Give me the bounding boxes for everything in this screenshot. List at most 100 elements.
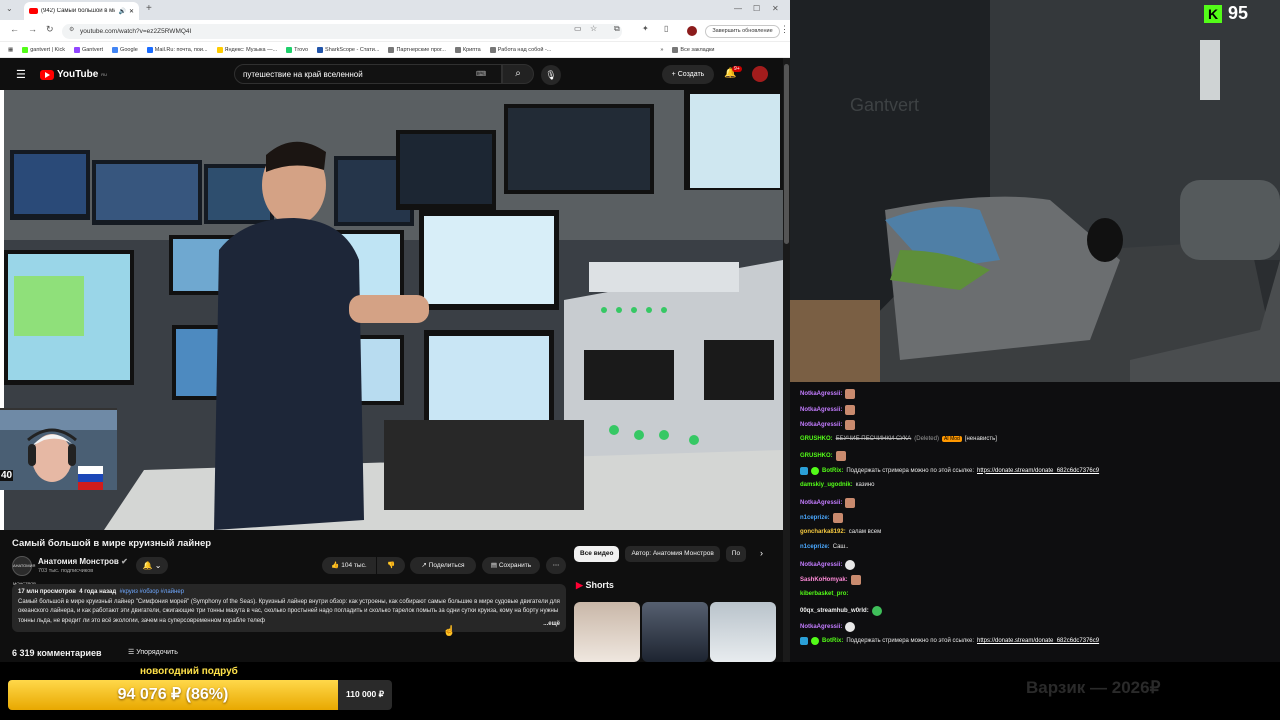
site-info-icon[interactable]: ⚙ [69, 26, 74, 33]
chips-next-icon[interactable]: › [760, 548, 763, 558]
short-thumbnail[interactable] [642, 602, 708, 662]
bookmark-item[interactable]: Партнерские прог... [388, 46, 446, 53]
bookmark-item[interactable]: Gantvert [73, 46, 103, 53]
chat-link[interactable]: https://donate.stream/donate_682c6dc7376… [977, 638, 1099, 644]
create-button[interactable]: + Создать [662, 65, 714, 84]
profile-avatar[interactable] [687, 26, 697, 36]
all-bookmarks[interactable]: Все закладки [672, 46, 714, 53]
apps-icon[interactable]: ▦ [8, 47, 13, 53]
more-bookmarks-icon[interactable]: » [660, 47, 663, 53]
search-input[interactable]: путешествие на край вселенной [234, 64, 502, 84]
bookmark-item[interactable]: Trovo [286, 46, 309, 53]
room-camera-image [790, 0, 1280, 382]
chat-text: Поддержать стримера можно по этой ссылке… [846, 467, 974, 474]
chat-username[interactable]: kiberbasket_pro: [800, 591, 848, 597]
description-box[interactable]: 17 млн просмотров 4 года назад #круиз #о… [12, 584, 566, 632]
update-button[interactable]: Завершить обновление [705, 25, 780, 38]
bookmark-item[interactable]: Яндекс: Музыка —... [216, 46, 277, 53]
google-icon [112, 46, 119, 53]
more-actions-button[interactable]: ⋯ [546, 557, 566, 574]
chat-username[interactable]: n1ceprize: [800, 544, 830, 550]
share-button[interactable]: ↗ Поделиться [410, 557, 476, 574]
youtube-logo[interactable]: YouTube RU [40, 69, 107, 80]
bookmark-label: Trovo [294, 46, 309, 53]
sidepanel-icon[interactable]: ▯ [664, 24, 668, 33]
voice-search-button[interactable]: 🎙 [541, 65, 561, 85]
description-more-link[interactable]: ...ещё [540, 619, 560, 629]
bookmark-item[interactable]: Крипта [454, 46, 481, 53]
hashtags[interactable]: #круиз #обзор #лайнер [120, 589, 185, 595]
short-thumbnail[interactable] [574, 602, 640, 662]
chat-username[interactable]: goncharka8192: [800, 529, 846, 535]
save-button[interactable]: ▤ Сохранить [482, 557, 540, 574]
channel-name-text: Анатомия Монстров [38, 557, 119, 566]
tab-youtube[interactable]: (942) Самый большой в ми 🔊 ✕ [24, 2, 139, 20]
chat-username[interactable]: NotkaAgressii: [800, 407, 842, 413]
hamburger-menu-icon[interactable]: ☰ [16, 68, 26, 81]
chat-username[interactable]: BotRix: [822, 638, 843, 644]
sort-comments-button[interactable]: ☰ Упорядочить [128, 648, 178, 656]
chat-message: n1ceprize: [800, 513, 843, 523]
new-tab-button[interactable]: + [146, 3, 152, 14]
chip-all-videos[interactable]: Все видео [574, 546, 620, 562]
search-button[interactable]: ⌕ [502, 64, 534, 84]
chat-username[interactable]: 00qx_streamhub_w0rld: [800, 608, 869, 614]
subscription-bell-button[interactable]: 🔔 ⌄ [136, 557, 168, 574]
chat-username[interactable]: SashKoHomyak: [800, 577, 848, 583]
bookmark-item[interactable]: Работа над собой -... [489, 46, 551, 53]
chat-text: Поддержать стримера можно по этой ссылке… [846, 638, 974, 644]
account-avatar[interactable] [752, 66, 768, 82]
chat-username[interactable]: NotkaAgressii: [800, 391, 842, 397]
video-title: Самый большой в мире круизный лайнер [12, 538, 212, 549]
chat-username[interactable]: NotkaAgressii: [800, 624, 842, 630]
yandex-music-icon [216, 46, 223, 53]
bookmark-item[interactable]: Google [112, 46, 138, 53]
chat-username[interactable]: GRUSHKO: [800, 453, 833, 459]
chat-username[interactable]: NotkaAgressii: [800, 562, 842, 568]
bookmark-item[interactable]: Mail.Ru: почта, пои... [146, 46, 208, 53]
cast-icon[interactable]: ▭ [574, 24, 582, 33]
chat-message: n1ceprize: Саш.. [800, 544, 849, 550]
extensions-icon[interactable]: ⧉ [614, 24, 620, 34]
face-emote-icon [850, 575, 861, 585]
like-button[interactable]: 👍 104 тыс. [322, 557, 376, 574]
webcam-image [0, 410, 117, 490]
notifications-badge: 9+ [732, 66, 742, 72]
tab-close-icon[interactable]: ✕ [129, 8, 134, 15]
chat-username[interactable]: NotkaAgressii: [800, 500, 842, 506]
channel-name[interactable]: Анатомия Монстров ✔ [38, 557, 128, 566]
dislike-button[interactable]: 👎 [377, 557, 405, 574]
minimize-icon[interactable]: — [734, 4, 742, 13]
back-icon[interactable]: ← [10, 24, 19, 34]
bookmark-favicon-icon [73, 46, 80, 53]
maximize-icon[interactable]: ☐ [753, 4, 760, 13]
reload-icon[interactable]: ↻ [46, 24, 54, 35]
url-field[interactable]: youtube.com/watch?v=ez2Z5RWMQ4I [62, 24, 622, 39]
streamer-webcam: 40 [0, 408, 117, 490]
keyboard-icon[interactable]: ⌨ [476, 70, 486, 78]
pin-icon[interactable]: ✦ [642, 24, 649, 33]
short-thumbnail[interactable] [710, 602, 776, 662]
bookmark-item[interactable]: gantvert | Kick [22, 46, 65, 53]
chip-more[interactable]: По [725, 546, 747, 562]
chat-username[interactable]: n1ceprize: [800, 515, 830, 521]
video-player[interactable] [4, 90, 783, 530]
overlay-watermark: Варзик — 2026₽ [1026, 678, 1161, 697]
page-scrollbar-thumb[interactable] [784, 64, 789, 244]
channel-avatar[interactable]: АНАТОМИЯ МОНСТРОВ [12, 556, 36, 586]
chat-username[interactable]: damskiy_ugodnik: [800, 482, 853, 488]
bookmark-item[interactable]: SharkScope - Стати... [317, 46, 379, 53]
chat-link[interactable]: https://donate.stream/donate_682c6dc7376… [977, 468, 1099, 474]
bookmark-star-icon[interactable]: ☆ [590, 24, 597, 33]
close-window-icon[interactable]: ✕ [772, 4, 779, 13]
chat-username[interactable]: NotkaAgressii: [800, 422, 842, 428]
chat-username[interactable]: GRUSHKO: [800, 436, 833, 442]
forward-icon[interactable]: → [28, 24, 37, 34]
menu-dots-icon[interactable]: ⋮ [780, 24, 789, 35]
chat-message: GRUSHKO: ЕБУЧИЕ ПЕСЧИНКИ СУКА (Deleted) AI … [800, 435, 997, 442]
chip-author[interactable]: Автор: Анатомия Монстров [625, 546, 720, 562]
tab-search-icon[interactable]: ⌄ [6, 4, 13, 13]
chat-message: SashKoHomyak: [800, 575, 861, 585]
tab-audio-icon[interactable]: 🔊 [118, 8, 125, 15]
chat-username[interactable]: BotRix: [822, 468, 843, 474]
